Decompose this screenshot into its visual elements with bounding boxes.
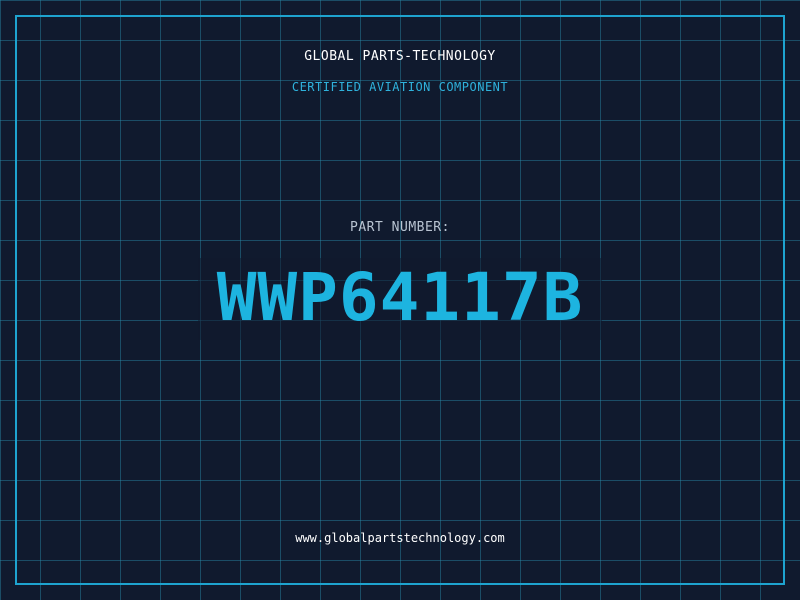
part-number-label: PART NUMBER: [350,220,450,235]
part-number-value: WWP64117B [216,259,584,336]
certification-subtitle: CERTIFIED AVIATION COMPONENT [291,80,509,94]
website-url: www.globalpartstechnology.com [295,531,505,545]
label-canvas: GLOBAL PARTS-TECHNOLOGY CERTIFIED AVIATI… [0,0,800,600]
brand-name: GLOBAL PARTS-TECHNOLOGY [304,49,496,64]
